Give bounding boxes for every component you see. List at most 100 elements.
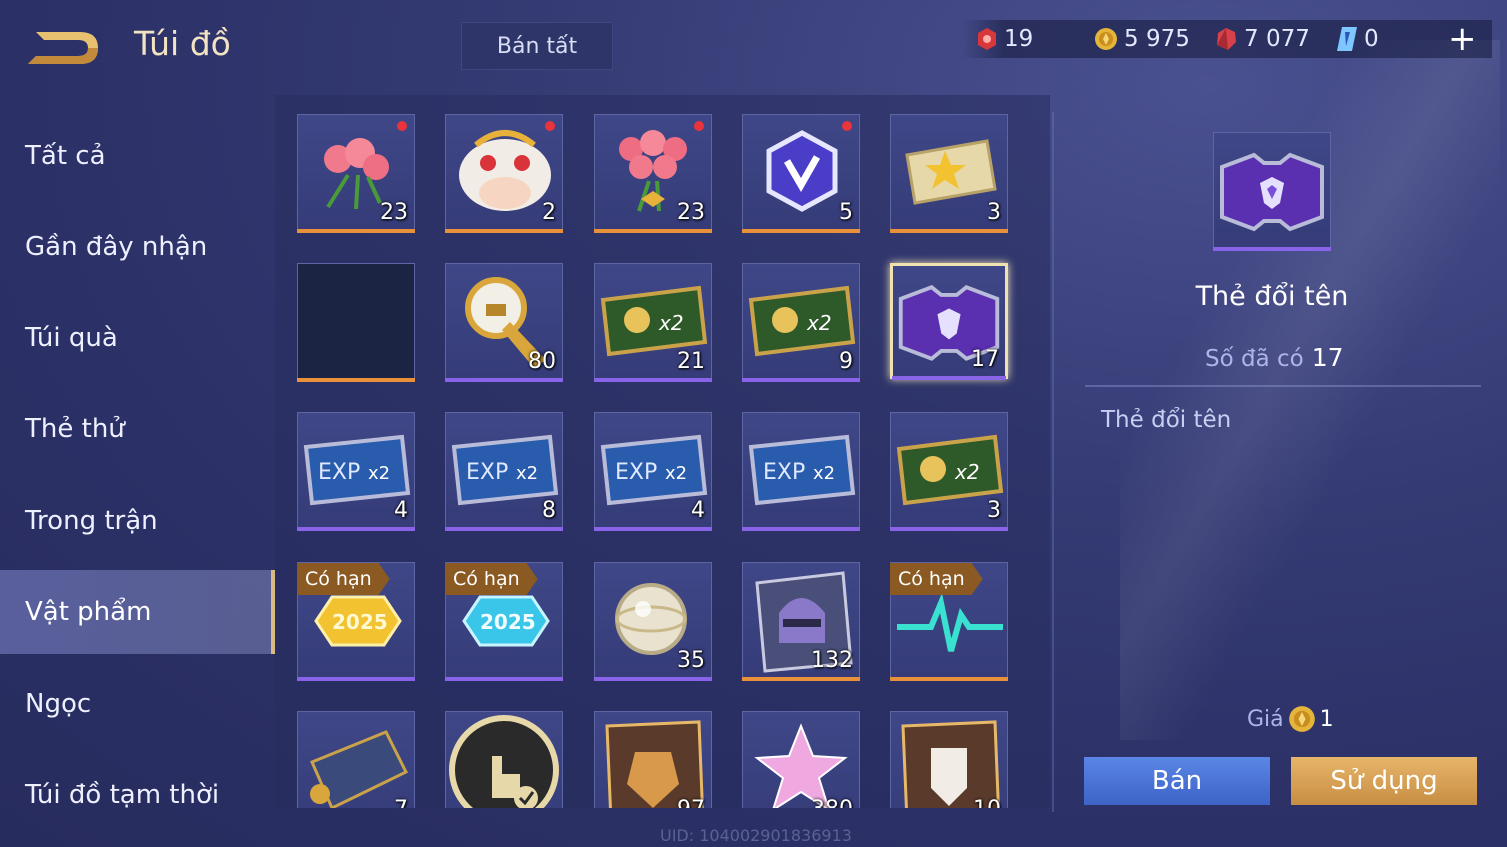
owned-count: Số đã có 17 xyxy=(1205,343,1344,372)
inventory-item[interactable]: 2025 Có hạn xyxy=(445,562,563,681)
inventory-item[interactable] xyxy=(445,711,563,808)
item-quantity: 380 xyxy=(811,797,853,808)
detail-item-name: Thẻ đổi tên xyxy=(1195,281,1349,312)
rarity-bar xyxy=(594,527,712,531)
sell-button[interactable]: Bán xyxy=(1084,757,1270,805)
sidebar-item-items[interactable]: Vật phẩm xyxy=(0,570,275,654)
rarity-bar xyxy=(297,527,415,531)
inventory-item[interactable]: x2 21 xyxy=(594,263,712,382)
inventory-item[interactable]: x2 9 xyxy=(742,263,860,382)
rarity-bar xyxy=(445,677,563,681)
user-id: UID: 104002901836913 xyxy=(660,826,852,845)
inventory-item[interactable]: EXP x2 xyxy=(742,412,860,531)
inventory-item[interactable]: x2 3 xyxy=(890,412,1008,531)
item-quantity: 132 xyxy=(811,648,853,673)
svg-text:EXP: EXP xyxy=(615,460,657,485)
svg-text:EXP: EXP xyxy=(318,460,360,485)
new-indicator-dot xyxy=(694,121,704,131)
inventory-item[interactable]: 35 xyxy=(594,562,712,681)
svg-text:x2: x2 xyxy=(665,463,687,484)
rarity-bar xyxy=(445,527,563,531)
item-quantity: 23 xyxy=(677,200,705,225)
limited-tag: Có hạn xyxy=(445,563,538,595)
inventory-item[interactable]: EXP x2 8 xyxy=(445,412,563,531)
page-title: Túi đồ xyxy=(134,24,231,63)
price-row: Giá 1 xyxy=(1247,705,1334,733)
rename-card-icon xyxy=(1220,152,1324,232)
owned-value: 17 xyxy=(1311,343,1344,372)
inventory-item[interactable]: 7 xyxy=(297,711,415,808)
inventory-item[interactable]: EXP x2 4 xyxy=(594,412,712,531)
rarity-bar xyxy=(742,378,860,382)
pink-star-crystal-icon xyxy=(754,723,848,808)
inventory-item[interactable]: 5 xyxy=(742,114,860,233)
back-arrow-icon[interactable] xyxy=(22,26,104,70)
blue-voucher-icon xyxy=(1337,27,1357,51)
rarity-bar xyxy=(742,229,860,233)
red-token-icon xyxy=(978,28,996,50)
inventory-item[interactable]: Có hạn xyxy=(890,562,1008,681)
sidebar-item-trial-cards[interactable]: Thẻ thử xyxy=(0,387,275,471)
svg-text:x2: x2 xyxy=(516,463,538,484)
touch-check-icon xyxy=(449,715,559,808)
currency-value: 19 xyxy=(1004,26,1034,52)
item-quantity: 10 xyxy=(973,797,1001,808)
add-currency-button[interactable]: + xyxy=(1448,22,1477,56)
currency-value: 0 xyxy=(1364,26,1379,52)
inventory-item[interactable]: 3 xyxy=(890,114,1008,233)
item-quantity: 4 xyxy=(691,498,705,523)
svg-text:x2: x2 xyxy=(658,311,684,335)
item-quantity: 17 xyxy=(971,347,999,372)
price-label: Giá xyxy=(1247,706,1284,732)
item-quantity: 2 xyxy=(542,200,556,225)
rarity-bar xyxy=(594,378,712,382)
currency-ruby: 7 077 xyxy=(1214,26,1310,52)
inventory-item[interactable]: 2 xyxy=(445,114,563,233)
limited-tag: Có hạn xyxy=(297,563,390,595)
sidebar-item-all[interactable]: Tất cả xyxy=(0,114,275,198)
svg-text:2025: 2025 xyxy=(332,610,388,634)
detail-item-icon xyxy=(1213,132,1331,251)
inventory-item[interactable]: 23 xyxy=(297,114,415,233)
inventory-item[interactable]: 10 xyxy=(890,711,1008,808)
inventory-item[interactable]: 17 xyxy=(890,263,1008,380)
rarity-bar xyxy=(890,677,1008,681)
inventory-item[interactable]: 2025 Có hạn xyxy=(297,562,415,681)
sidebar-item-gems[interactable]: Ngọc xyxy=(0,662,275,746)
rarity-bar xyxy=(742,677,860,681)
item-quantity: 23 xyxy=(380,200,408,225)
rarity-bar xyxy=(594,229,712,233)
owned-label: Số đã có xyxy=(1205,346,1304,372)
currency-value: 7 077 xyxy=(1244,26,1310,52)
inventory-item[interactable]: 23 xyxy=(594,114,712,233)
inventory-item[interactable]: 380 xyxy=(742,711,860,808)
svg-text:x2: x2 xyxy=(954,460,980,484)
inventory-item[interactable]: EXP x2 4 xyxy=(297,412,415,531)
price-value: 1 xyxy=(1319,706,1334,732)
inventory-item[interactable] xyxy=(297,263,415,382)
svg-text:x2: x2 xyxy=(806,311,832,335)
rarity-bar xyxy=(892,376,1006,380)
item-grid: 23 2 23 5 3 80 x2 21 x2 9 17 EXP x2 4 EXP x2 8 EXP x2 4 EXP x… xyxy=(275,95,1050,808)
svg-text:x2: x2 xyxy=(813,463,835,484)
sidebar-item-gift-bags[interactable]: Túi quà xyxy=(0,296,275,380)
svg-text:x2: x2 xyxy=(368,463,390,484)
sidebar-item-in-match[interactable]: Trong trận xyxy=(0,479,275,563)
svg-text:EXP: EXP xyxy=(466,460,508,485)
use-button[interactable]: Sử dụng xyxy=(1291,757,1477,805)
inventory-item[interactable]: 97 xyxy=(594,711,712,808)
rarity-bar xyxy=(297,677,415,681)
new-indicator-dot xyxy=(842,121,852,131)
scroll-map-icon xyxy=(310,730,409,808)
gold-coin-icon xyxy=(1095,28,1117,50)
sell-all-button[interactable]: Bán tất xyxy=(461,22,613,70)
svg-text:2025: 2025 xyxy=(480,610,536,634)
golden-armor-icon xyxy=(605,720,704,808)
ruby-gem-icon xyxy=(1217,28,1236,50)
inventory-item[interactable]: 132 xyxy=(742,562,860,681)
inventory-item[interactable]: 80 xyxy=(445,263,563,382)
currency-gold: 5 975 xyxy=(1094,26,1190,52)
sidebar-item-recent[interactable]: Gần đây nhận xyxy=(0,205,275,289)
new-indicator-dot xyxy=(397,121,407,131)
sidebar-item-temp-bag[interactable]: Túi đồ tạm thời xyxy=(0,753,275,837)
